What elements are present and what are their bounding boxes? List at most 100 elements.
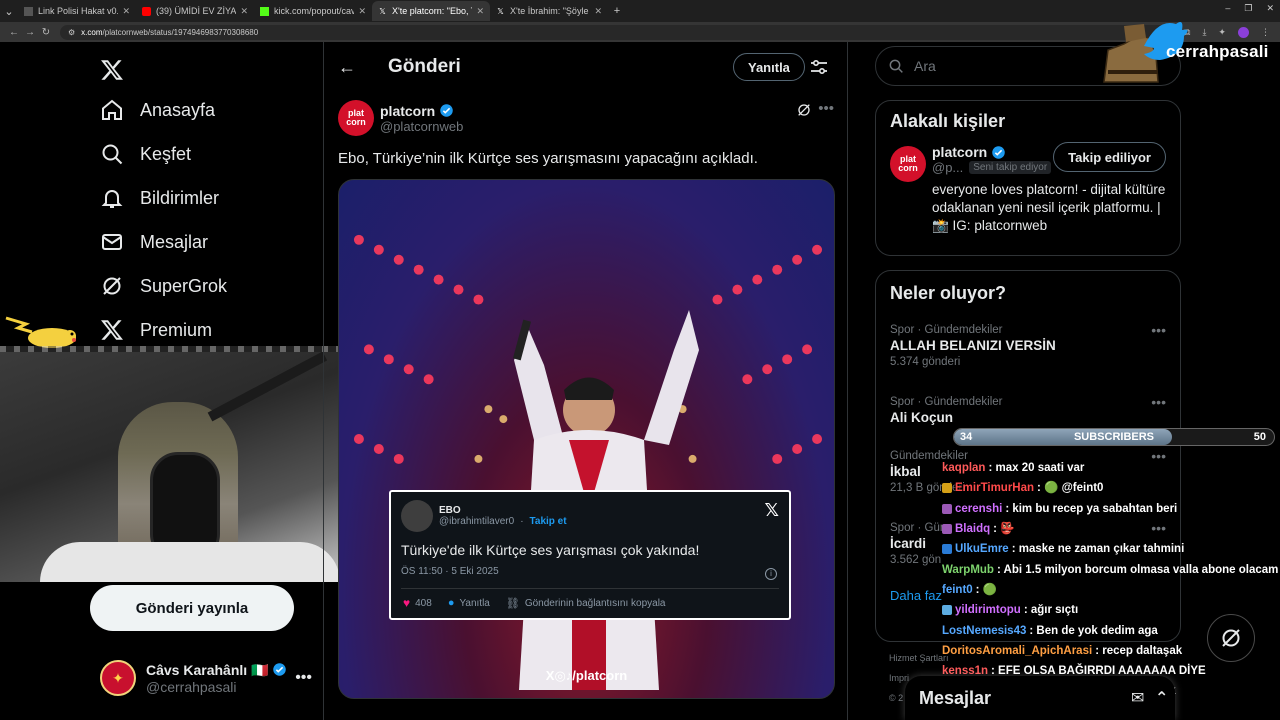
- browser-tab[interactable]: kick.com/popout/cavs/chat✕: [254, 1, 372, 21]
- mail-icon: [102, 234, 122, 250]
- close-icon[interactable]: ✕: [476, 6, 484, 17]
- embed-text: Türkiye'de ilk Kürtçe ses yarışması çok …: [401, 542, 700, 558]
- following-button[interactable]: Takip ediliyor: [1053, 142, 1166, 172]
- author-handle[interactable]: @platcornweb: [380, 119, 463, 134]
- browser-tab[interactable]: (39) ÜMİDİ EV ZİYARETİ - YouTube✕: [136, 1, 254, 21]
- kick-icon: [260, 6, 269, 16]
- account-switcher[interactable]: ✦ Câvs Karahânlı 🇮🇹 @cerrahpasali •••: [100, 660, 312, 696]
- reload-icon[interactable]: ↻: [38, 27, 54, 38]
- tweet-text: Ebo, Türkiye’nin ilk Kürtçe ses yarışmas…: [338, 150, 758, 167]
- messages-drawer[interactable]: Mesajlar ✉ ⌃: [905, 676, 1175, 720]
- page-icon: [24, 6, 33, 16]
- chat-message: cerenshi: kim bu recep ya sabahtan beri: [942, 499, 1280, 519]
- chat-text: : kim bu recep ya sabahtan beri: [1005, 502, 1178, 515]
- close-icon[interactable]: ✕: [122, 6, 130, 17]
- chat-badge-icon: [942, 544, 952, 555]
- more-icon[interactable]: •••: [295, 669, 312, 687]
- nav-item-explore[interactable]: Keşfet: [94, 132, 324, 176]
- browser-tab[interactable]: Link Polisi Hakat v0.8 ✕: [18, 1, 136, 21]
- chat-username: yildirimtopu: [955, 604, 1021, 617]
- reply-button[interactable]: Yanıtla: [733, 53, 805, 81]
- browser-tab-active[interactable]: 𝕏X'te platcorn: "Ebo, Türkiye'nin ilk✕: [372, 1, 490, 21]
- grok-icon[interactable]: [796, 102, 812, 118]
- embedded-tweet[interactable]: EBO @ibrahimtilaver0 · Takip et 𝕏 Türkiy…: [389, 490, 791, 620]
- follows-you-badge: Seni takip ediyor: [969, 161, 1052, 174]
- chat-text: : recep daltaşak: [1095, 644, 1183, 657]
- streamer-name: cerrahpasali: [1166, 42, 1269, 61]
- related-bio: everyone loves platcorn! - dijital kültü…: [932, 182, 1166, 233]
- related-name[interactable]: platcorn: [932, 144, 987, 160]
- post-button[interactable]: Gönderi yayınla: [90, 585, 294, 631]
- site-info-icon[interactable]: ⚙: [68, 28, 75, 37]
- profile-name: Câvs Karahânlı 🇮🇹: [146, 662, 295, 679]
- chat-message: WarpMub: Abi 1.5 milyon borcum olmasa va…: [942, 559, 1280, 579]
- avatar: [401, 500, 433, 532]
- new-message-icon[interactable]: ✉: [1131, 688, 1144, 708]
- chat-message: UlkuEmre: maske ne zaman çıkar tahmini: [942, 539, 1280, 559]
- tweet-media[interactable]: EBO @ibrahimtilaver0 · Takip et 𝕏 Türkiy…: [338, 179, 835, 699]
- new-tab-button[interactable]: +: [608, 2, 626, 20]
- embed-timestamp: ÖS 11:50 · 5 Eki 2025: [401, 566, 499, 577]
- chat-username: cerenshi: [955, 502, 1003, 515]
- author-name[interactable]: platcorn: [380, 103, 435, 119]
- related-person[interactable]: plat corn platcorn @p... Seni takip ediy…: [876, 132, 1180, 247]
- more-icon[interactable]: •••: [818, 100, 834, 117]
- verified-icon: [992, 145, 1005, 159]
- nav-item-supergrok[interactable]: SuperGrok: [94, 264, 324, 308]
- chat-message: feint0: 🟢: [942, 580, 1280, 600]
- more-icon[interactable]: •••: [1151, 394, 1166, 410]
- close-window-icon[interactable]: ✕: [1266, 3, 1274, 14]
- chat-username: DoritosAromali_ApichArasi: [942, 644, 1093, 657]
- close-icon[interactable]: ✕: [240, 6, 248, 17]
- nav-item-messages[interactable]: Mesajlar: [94, 220, 324, 264]
- avatar[interactable]: plat corn: [890, 146, 926, 182]
- expand-icon[interactable]: ⌃: [1155, 688, 1168, 708]
- avatar[interactable]: plat corn: [338, 100, 374, 136]
- trend-item[interactable]: Spor · Gündemdekiler ALLAH BELANIZI VERS…: [876, 318, 1180, 390]
- address-bar-row: ← → ↻ ⚙ x.com/platcornweb/status/1974946…: [0, 22, 1280, 42]
- left-navigation: Anasayfa Keşfet Bildirimler Mesajlar Sup…: [94, 52, 324, 352]
- chat-text: : 👺: [993, 523, 1015, 536]
- grok-icon: [1222, 629, 1240, 647]
- browser-tab[interactable]: 𝕏X'te İbrahim: "Şöyle bi üniversite✕: [490, 1, 608, 21]
- avatar: ✦: [100, 660, 136, 696]
- chat-text: : 🟢: [975, 583, 998, 596]
- performer-figure: [512, 310, 699, 690]
- nav-item-notifications[interactable]: Bildirimler: [94, 176, 324, 220]
- url-input[interactable]: ⚙ x.com/platcornweb/status/1974946983770…: [60, 24, 1170, 40]
- search-placeholder: Ara: [914, 58, 936, 74]
- chat-text: : maske ne zaman çıkar tahmini: [1011, 543, 1185, 556]
- x-icon: 𝕏: [497, 6, 504, 16]
- embed-like: ♥ 408: [403, 596, 432, 610]
- back-icon[interactable]: ←: [6, 27, 22, 38]
- embed-copy-link: ⛓ Gönderinin bağlantısını kopyala: [505, 597, 666, 610]
- separator: ·: [520, 516, 524, 527]
- grok-floating-button[interactable]: [1207, 614, 1255, 662]
- more-icon[interactable]: •••: [1151, 322, 1166, 338]
- close-icon[interactable]: ✕: [358, 6, 366, 17]
- back-arrow-icon[interactable]: ←: [338, 57, 358, 78]
- sliders-icon[interactable]: [810, 59, 828, 75]
- nav-item-home[interactable]: Anasayfa: [94, 88, 324, 132]
- maximize-icon[interactable]: ❐: [1244, 3, 1252, 14]
- chat-badge-icon: [942, 483, 952, 494]
- chat-username: Blaidq: [955, 523, 991, 536]
- chat-text: : max 20 saati var: [988, 462, 1085, 475]
- streamer-shirt: [40, 542, 340, 582]
- x-logo-icon[interactable]: [94, 52, 134, 88]
- minimize-icon[interactable]: –: [1225, 3, 1230, 14]
- heart-icon: ♥: [403, 596, 411, 610]
- grok-icon: [103, 277, 121, 295]
- home-icon: [102, 99, 122, 120]
- close-icon[interactable]: ✕: [594, 6, 602, 17]
- forward-icon[interactable]: →: [22, 27, 38, 38]
- subscriber-label: SUBSCRIBERS: [1073, 431, 1155, 443]
- tab-search-button[interactable]: ⌄: [0, 2, 18, 20]
- embed-follow-link: Takip et: [529, 516, 567, 527]
- related-people-card: Alakalı kişiler plat corn platcorn @p...…: [875, 100, 1181, 256]
- chat-badge-icon: [942, 503, 952, 514]
- chat-username: EmirTimurHan: [955, 482, 1035, 495]
- browser-tab-bar: ⌄ Link Polisi Hakat v0.8 ✕ (39) ÜMİDİ EV …: [0, 0, 1280, 22]
- profile-handle: @cerrahpasali: [146, 678, 237, 695]
- tweet-header: plat corn platcorn @platcornweb •••: [338, 100, 834, 136]
